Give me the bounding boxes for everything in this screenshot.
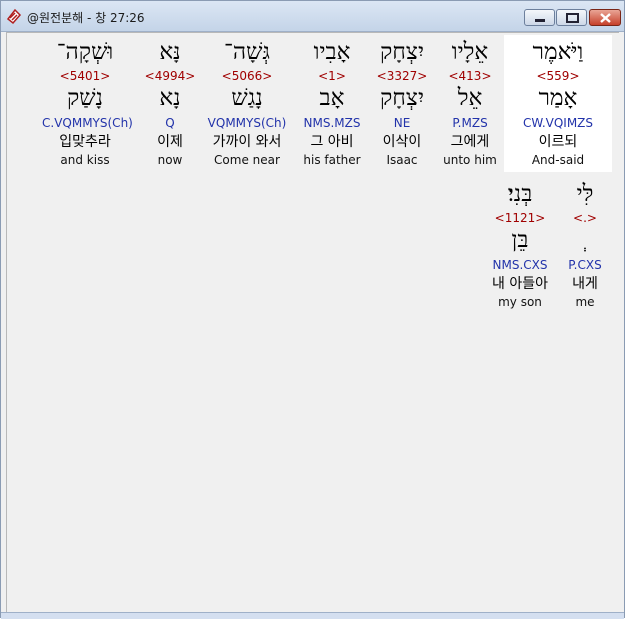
hebrew-lemma: בֵּן — [511, 227, 529, 253]
title-bar[interactable]: @원전분해 - 창 27:26 — [1, 1, 624, 32]
app-icon — [5, 7, 23, 25]
hebrew-lemma: ְ — [554, 225, 616, 255]
korean-gloss: 입맞추라 — [59, 134, 111, 150]
hebrew-lemma: נָגַשׁ — [231, 85, 263, 111]
word-card[interactable]: בְּנִי׃ <1121> בֵּן NMS.CXS 내 아들아 my son — [489, 177, 551, 314]
hebrew-lemma: נָשַׁק — [66, 85, 104, 111]
strong-number[interactable]: <559> — [504, 69, 612, 83]
maximize-icon — [566, 13, 579, 23]
minimize-button[interactable] — [524, 9, 555, 26]
korean-gloss: 그 아비 — [310, 134, 354, 150]
strong-number[interactable]: <1> — [301, 69, 363, 83]
strong-number[interactable]: <5066> — [216, 69, 278, 83]
word-card[interactable]: נָּא <4994> נָא Q 이제 now — [139, 35, 201, 172]
hebrew-lemma: יִצְחָק — [379, 85, 424, 111]
korean-gloss: 이르되 — [538, 134, 578, 150]
parsing-code: C.VQMMYS(Ch) — [42, 116, 133, 130]
hebrew-word: וַיֹּאמֶר — [532, 39, 584, 65]
analysis-panel: וַיֹּאמֶר <559> אָמַר CW.VQIMZS 이르되 And-… — [6, 32, 619, 612]
word-card[interactable]: אֵלָיו <413> אֵל P.MZS 그에게 unto him — [439, 35, 501, 172]
english-gloss: Come near — [214, 153, 280, 167]
korean-gloss: 이제 — [157, 134, 183, 150]
parsing-code: VQMMYS(Ch) — [207, 116, 287, 130]
strong-number[interactable]: <1121> — [489, 211, 551, 225]
window-title: @원전분해 - 창 27:26 — [27, 11, 145, 25]
hebrew-word: אֵלָיו — [451, 39, 489, 65]
word-card[interactable]: וַיֹּאמֶר <559> אָמַר CW.VQIMZS 이르되 And-… — [504, 35, 612, 172]
hebrew-word: אָבִיו — [313, 39, 351, 65]
strong-number[interactable]: <.> — [554, 211, 616, 225]
strong-number[interactable]: <4994> — [139, 69, 201, 83]
maximize-button[interactable] — [556, 9, 587, 26]
hebrew-word: וּשְׁקָה־ — [56, 39, 114, 65]
korean-gloss: 내 아들아 — [492, 276, 548, 292]
strong-number[interactable]: <3327> — [371, 69, 433, 83]
english-gloss: his father — [303, 153, 361, 167]
main-window: @원전분해 - 창 27:26 וַיֹּאמֶר <559> אָמַר CW… — [0, 0, 625, 619]
parsing-code: NMS.MZS — [303, 116, 361, 130]
word-card[interactable]: לִּי <.> ְ P.CXS 내게 me — [554, 177, 616, 314]
minimize-icon — [535, 19, 545, 22]
word-card[interactable]: גְּשָׁה־ <5066> נָגַשׁ VQMMYS(Ch) 가까이 와서… — [208, 35, 287, 172]
english-gloss: and kiss — [60, 153, 110, 167]
hebrew-lemma: אָמַר — [538, 85, 578, 111]
close-button[interactable] — [589, 9, 621, 26]
korean-gloss: 이삭이 — [382, 134, 422, 150]
strong-number[interactable]: <413> — [439, 69, 501, 83]
close-icon — [600, 13, 611, 23]
hebrew-word: גְּשָׁה־ — [224, 39, 270, 65]
word-card[interactable]: אָבִיו <1> אָב NMS.MZS 그 아비 his father — [301, 35, 363, 172]
parsing-code: Q — [165, 116, 175, 130]
hebrew-word: בְּנִי׃ — [507, 181, 533, 207]
english-gloss: Isaac — [386, 153, 418, 167]
hebrew-word: נָּא — [159, 39, 181, 65]
hebrew-lemma: אָב — [319, 85, 345, 111]
word-card[interactable]: יִצְחָק <3327> יִצְחָק NE 이삭이 Isaac — [371, 35, 433, 172]
word-card[interactable]: וּשְׁקָה־ <5401> נָשַׁק C.VQMMYS(Ch) 입맞추… — [42, 35, 133, 172]
hebrew-word: יִצְחָק — [379, 39, 424, 65]
english-gloss: now — [157, 153, 183, 167]
hebrew-word: לִּי — [576, 181, 594, 207]
english-gloss: my son — [498, 295, 542, 309]
hebrew-lemma: אֵל — [457, 85, 483, 111]
english-gloss: And-said — [531, 153, 585, 167]
korean-gloss: 가까이 와서 — [212, 134, 282, 150]
strong-number[interactable]: <5401> — [54, 69, 116, 83]
parsing-code: NMS.CXS — [492, 258, 548, 272]
hebrew-lemma: נָא — [159, 85, 181, 111]
